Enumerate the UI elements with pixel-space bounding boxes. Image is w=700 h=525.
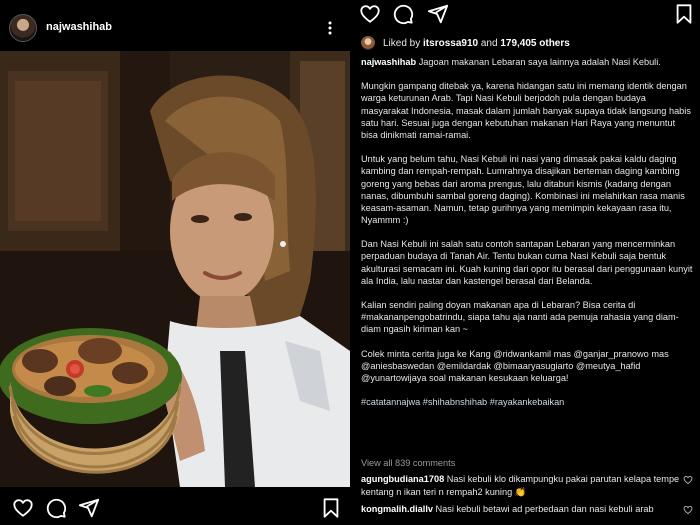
post-caption: najwashihab Jagoan makanan Lebaran saya … xyxy=(361,56,693,421)
caption-username[interactable]: najwashihab xyxy=(361,57,416,67)
post-photo xyxy=(0,51,350,487)
caption-paragraph: Dan Nasi Kebuli ini salah satu contoh sa… xyxy=(361,239,693,286)
heart-icon[interactable] xyxy=(683,475,693,485)
post-actions-top xyxy=(350,0,700,30)
liker-avatar xyxy=(361,36,375,50)
caption-text: Jagoan makanan Lebaran saya lainnya adal… xyxy=(418,57,661,67)
comment-username[interactable]: kongmalih.diallv xyxy=(361,504,433,514)
caption-hashtags[interactable]: #catatannajwa #shihabnshihab #rayakankeb… xyxy=(361,396,693,408)
likes-prefix: Liked by xyxy=(383,37,421,49)
comment-item: agungbudiana1708 Nasi kebuli klo dikampu… xyxy=(361,473,686,498)
caption-paragraph: Untuk yang belum tahu, Nasi Kebuli ini n… xyxy=(361,154,685,225)
send-icon[interactable] xyxy=(427,3,449,25)
caption-paragraph: Mungkin gampang ditebak ya, karena hidan… xyxy=(361,81,691,140)
caption-paragraph: najwashihab Jagoan makanan Lebaran saya … xyxy=(361,56,693,68)
more-icon[interactable] xyxy=(322,20,338,36)
avatar[interactable] xyxy=(9,14,37,42)
liker-username[interactable]: itsrossa910 xyxy=(423,38,478,49)
likes-middle: and xyxy=(480,37,498,49)
post-media-pane: najwashihab xyxy=(0,0,350,525)
comment-text: Nasi kebuli betawi ad perbedaan dan nasi… xyxy=(435,504,654,514)
caption-paragraph: Kalian sendiri paling doyan makanan apa … xyxy=(361,300,679,335)
comment-item: kongmalih.diallv Nasi kebuli betawi ad p… xyxy=(361,503,686,516)
comment-icon[interactable] xyxy=(392,3,414,25)
heart-icon[interactable] xyxy=(359,3,381,25)
view-all-comments-link[interactable]: View all 839 comments xyxy=(361,458,455,468)
heart-icon[interactable] xyxy=(683,505,693,515)
comment-username[interactable]: agungbudiana1708 xyxy=(361,474,444,484)
post-username[interactable]: najwashihab xyxy=(46,21,112,33)
likes-count[interactable]: 179,405 others xyxy=(500,38,570,49)
likes-summary[interactable]: Liked by itsrossa910 and 179,405 others xyxy=(361,35,570,51)
heart-icon[interactable] xyxy=(12,497,34,519)
comment-icon[interactable] xyxy=(45,497,67,519)
caption-paragraph: Colek minta cerita juga ke Kang @ridwank… xyxy=(361,348,669,383)
post-header: najwashihab xyxy=(0,0,350,56)
post-actions-bottom xyxy=(0,490,350,525)
photo-illustration xyxy=(0,51,350,487)
post-details-pane: Liked by itsrossa910 and 179,405 others … xyxy=(350,0,700,525)
send-icon[interactable] xyxy=(78,497,100,519)
bookmark-icon[interactable] xyxy=(320,497,342,519)
bookmark-icon[interactable] xyxy=(673,3,695,25)
